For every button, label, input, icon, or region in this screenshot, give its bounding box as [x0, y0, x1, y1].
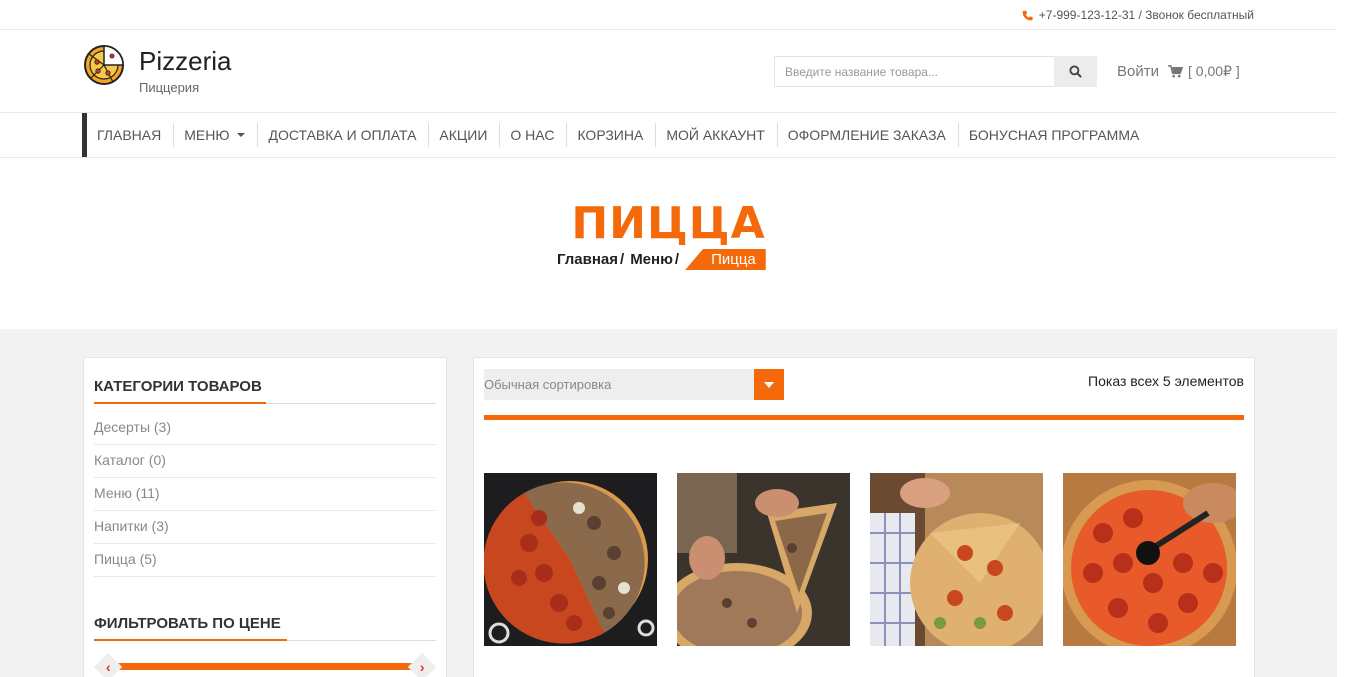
divider: [484, 415, 1244, 420]
product-image[interactable]: [677, 473, 850, 646]
brand-name: Pizzeria: [139, 46, 232, 76]
chevron-down-icon: [764, 381, 774, 388]
breadcrumb: Главная / Меню / Пицца: [557, 249, 766, 270]
content-area: КАТЕГОРИИ ТОВАРОВ Десерты (3) Каталог (0…: [0, 329, 1337, 677]
nav-item-home[interactable]: ГЛАВНАЯ: [87, 123, 175, 147]
category-item[interactable]: Напитки (3): [94, 511, 436, 544]
chevron-down-icon: [237, 133, 246, 137]
search-input[interactable]: [774, 56, 1054, 87]
phone-info[interactable]: +7-999-123-12-31 / Звонок бесплатный: [1022, 8, 1254, 22]
nav-item-delivery[interactable]: ДОСТАВКА И ОПЛАТА: [258, 123, 430, 147]
phone-icon: [1022, 10, 1033, 20]
nav-item-account[interactable]: МОЙ АККАУНТ: [656, 123, 778, 147]
top-bar: +7-999-123-12-31 / Звонок бесплатный: [0, 0, 1337, 30]
search-form: [774, 56, 1097, 87]
sort-select-value: Обычная сортировка: [484, 377, 612, 392]
nav-item-about[interactable]: О НАС: [500, 123, 568, 147]
product-image[interactable]: [484, 473, 657, 646]
sidebar: КАТЕГОРИИ ТОВАРОВ Десерты (3) Каталог (0…: [83, 357, 447, 677]
category-item[interactable]: Меню (11): [94, 478, 436, 511]
page-hero: ПИЦЦА Главная / Меню / Пицца: [0, 158, 1337, 329]
product-image[interactable]: [1063, 473, 1236, 646]
cart-total: [ 0,00₽ ]: [1188, 63, 1240, 79]
cart-link[interactable]: [ 0,00₽ ]: [1168, 63, 1240, 80]
breadcrumb-menu[interactable]: Меню: [630, 251, 673, 268]
price-range-slider[interactable]: ‹ ›: [93, 652, 437, 677]
cart-icon: [1168, 65, 1183, 78]
nav-item-promotions[interactable]: АКЦИИ: [429, 123, 501, 147]
sort-dropdown-button[interactable]: [754, 369, 784, 400]
price-filter-title: ФИЛЬТРОВАТЬ ПО ЦЕНЕ: [94, 615, 436, 641]
price-min-handle[interactable]: ‹: [93, 652, 123, 677]
search-icon: [1069, 65, 1082, 78]
breadcrumb-current: Пицца: [685, 249, 766, 270]
login-link[interactable]: Войти: [1117, 63, 1159, 80]
nav-item-menu[interactable]: МЕНЮ: [174, 123, 259, 147]
category-item[interactable]: Пицца (5): [94, 544, 436, 577]
phone-text: +7-999-123-12-31 / Звонок бесплатный: [1038, 8, 1254, 22]
nav-item-checkout[interactable]: ОФОРМЛЕНИЕ ЗАКАЗА: [778, 123, 959, 147]
page-title: ПИЦЦА: [571, 198, 766, 249]
logo[interactable]: Pizzeria Пиццерия: [83, 44, 231, 95]
price-max-handle[interactable]: ›: [407, 652, 437, 677]
pizza-logo-icon: [84, 45, 124, 85]
breadcrumb-separator: /: [620, 251, 625, 268]
site-header: Pizzeria Пиццерия Войти [ 0,00₽ ]: [0, 30, 1337, 113]
product-image[interactable]: [870, 473, 1043, 646]
chevron-left-icon: ‹: [105, 658, 111, 675]
search-button[interactable]: [1054, 56, 1097, 87]
result-count: Показ всех 5 элементов: [1088, 373, 1244, 389]
categories-title: КАТЕГОРИИ ТОВАРОВ: [94, 378, 436, 404]
main-navigation: ГЛАВНАЯ МЕНЮ ДОСТАВКА И ОПЛАТА АКЦИИ О Н…: [0, 113, 1337, 158]
category-item[interactable]: Десерты (3): [94, 412, 436, 445]
category-item[interactable]: Каталог (0): [94, 445, 436, 478]
categories-widget: КАТЕГОРИИ ТОВАРОВ Десерты (3) Каталог (0…: [84, 378, 446, 577]
nav-item-cart[interactable]: КОРЗИНА: [567, 123, 657, 147]
product-listing: Обычная сортировка Показ всех 5 элементо…: [473, 357, 1255, 677]
breadcrumb-home[interactable]: Главная: [557, 251, 618, 268]
nav-item-bonus[interactable]: БОНУСНАЯ ПРОГРАММА: [959, 123, 1151, 147]
price-filter-widget: ФИЛЬТРОВАТЬ ПО ЦЕНЕ ‹ ›: [84, 615, 446, 677]
sort-select[interactable]: Обычная сортировка: [484, 369, 784, 400]
price-range-track: [106, 663, 424, 670]
brand-tagline: Пиццерия: [139, 80, 200, 95]
chevron-right-icon: ›: [419, 658, 425, 675]
product-grid: [484, 473, 1236, 646]
breadcrumb-separator: /: [674, 251, 680, 268]
